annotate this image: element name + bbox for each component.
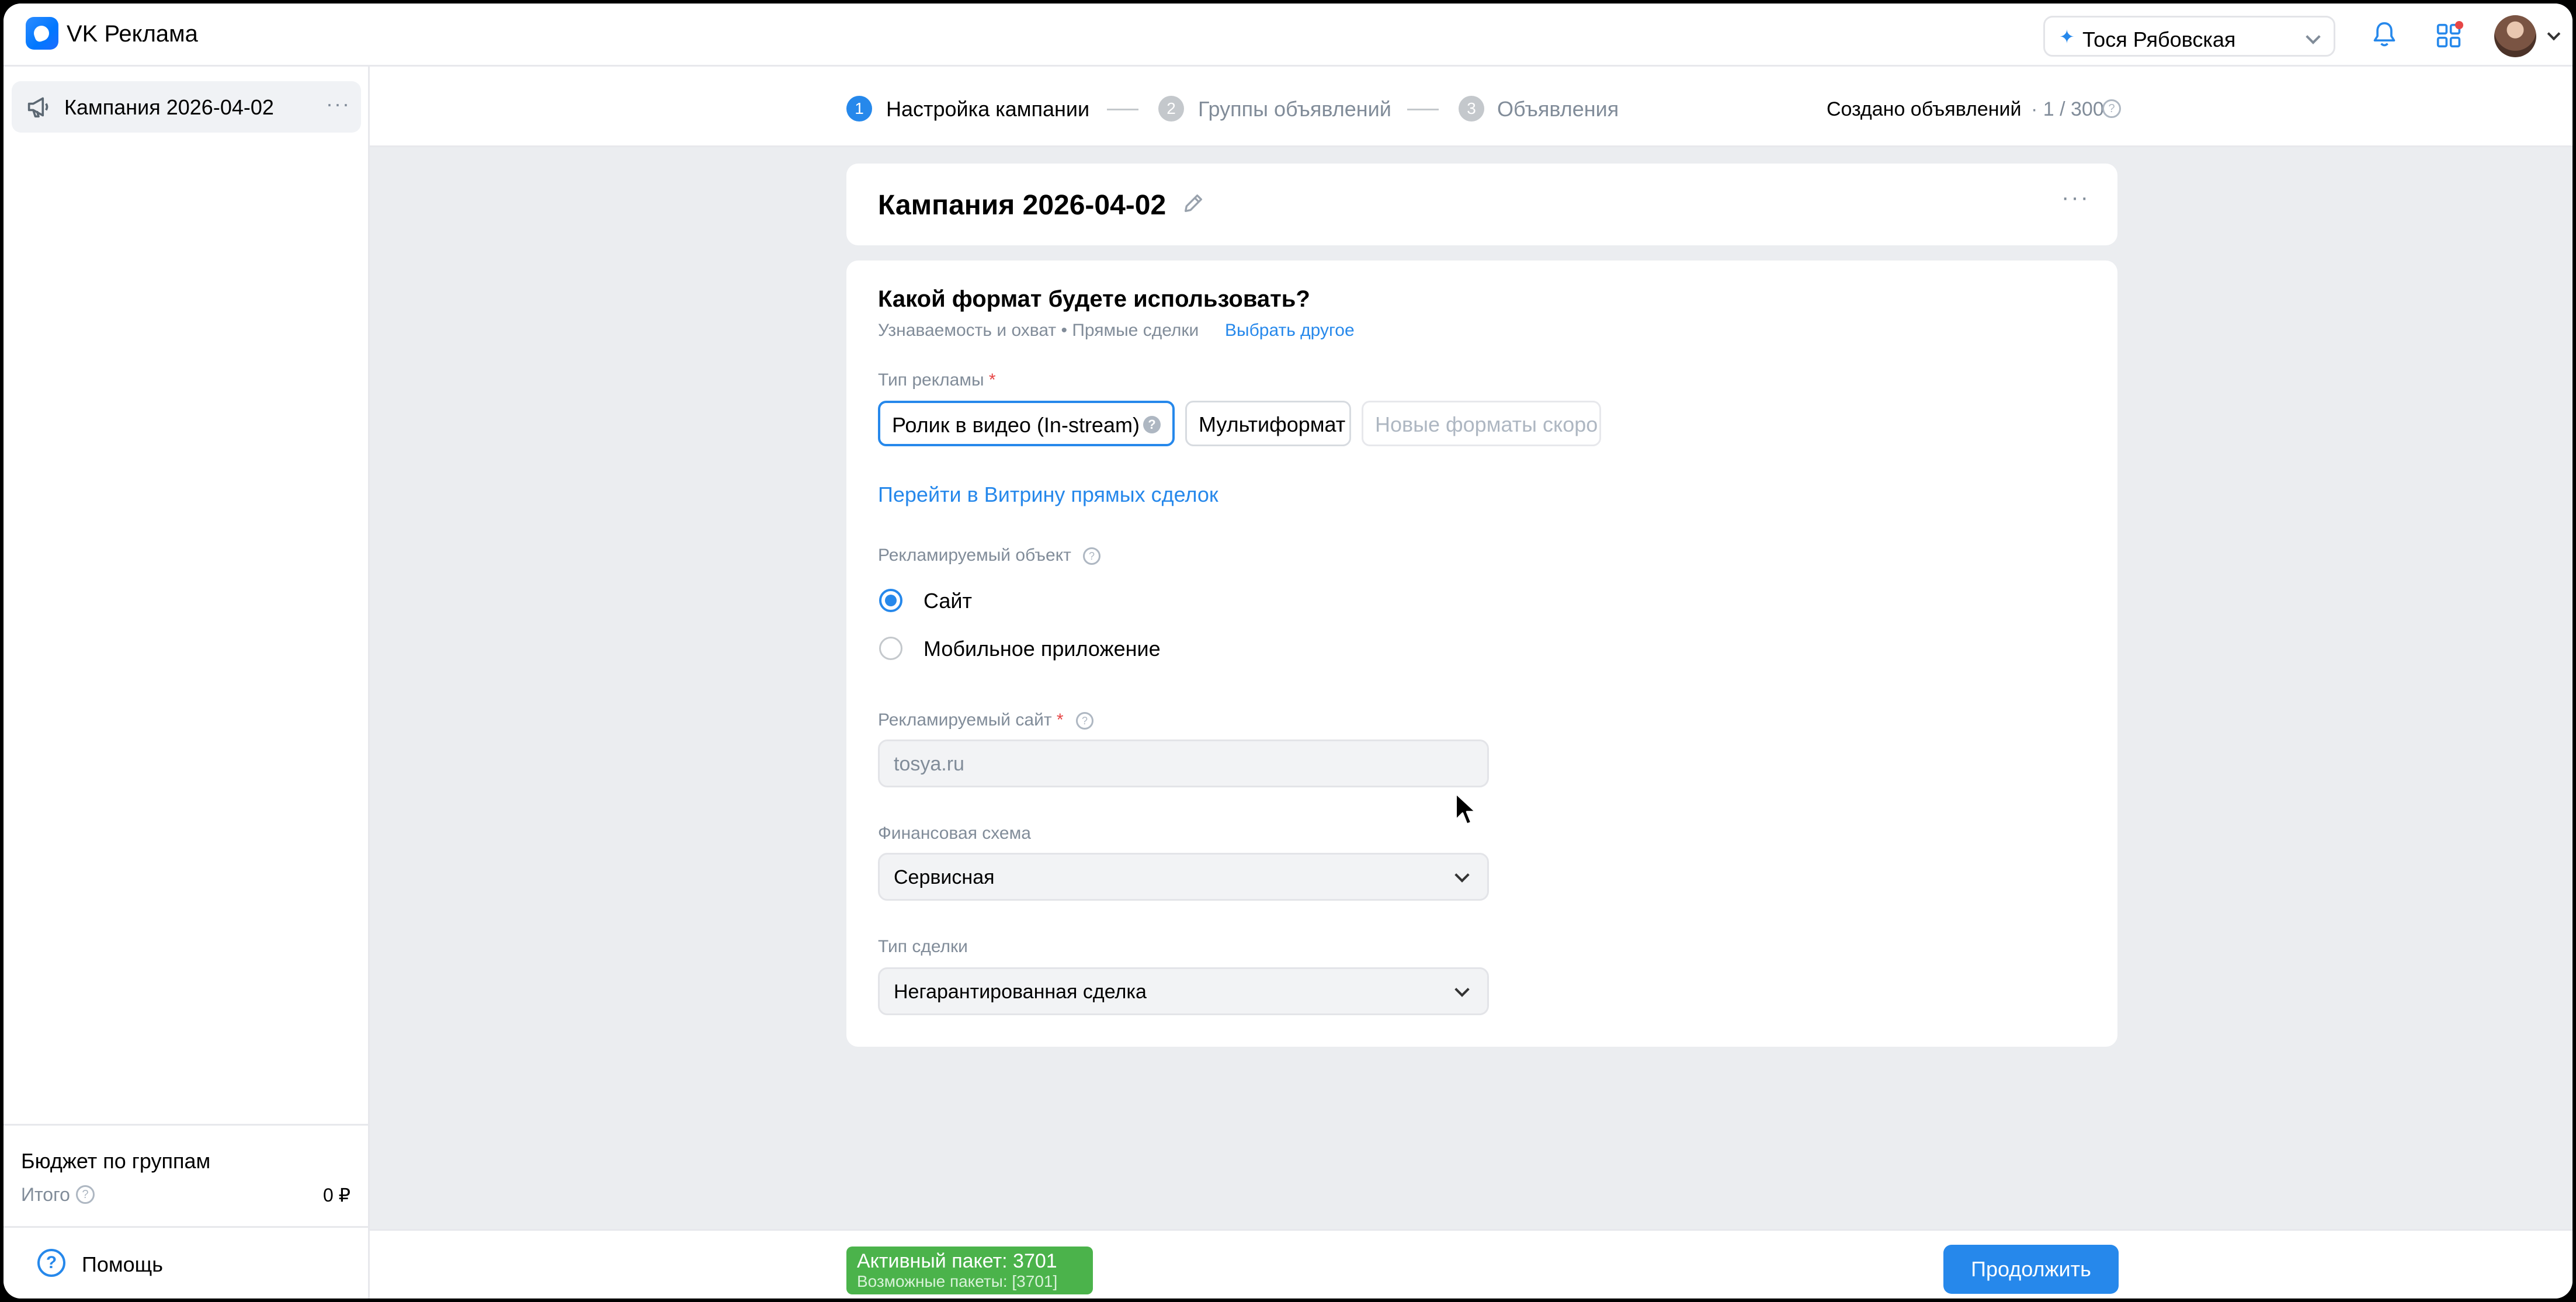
format-subtitle: Узнаваемость и охват • Прямые сделки	[878, 321, 1199, 340]
deal-type-select[interactable]: Негарантированная сделка	[878, 967, 1489, 1015]
radio-mobile-app[interactable]	[879, 637, 902, 660]
chevron-down-icon	[1454, 867, 1470, 883]
more-icon[interactable]: ···	[2061, 185, 2090, 211]
megaphone-icon	[27, 97, 48, 118]
possible-packages: Возможные пакеты: [3701]	[857, 1272, 1058, 1290]
ads-created-count: · 1 / 300	[2031, 98, 2104, 120]
chip-label: Ролик в видео (In-stream)	[892, 413, 1140, 437]
step-3-label[interactable]: Объявления	[1497, 97, 1619, 121]
chevron-down-icon	[2306, 29, 2321, 44]
logo-icon[interactable]	[26, 17, 58, 50]
budget-summary: Бюджет по группам Итого ? 0 ₽	[4, 1124, 368, 1226]
info-icon[interactable]: ?	[2102, 99, 2121, 118]
info-icon[interactable]: ?	[76, 1185, 95, 1204]
notification-dot	[2455, 21, 2463, 29]
required-mark: *	[1056, 710, 1064, 730]
campaign-title-card: Кампания 2026-04-02 ···	[846, 164, 2117, 245]
bell-icon[interactable]	[2372, 21, 2397, 49]
app-window: VK Реклама ✦ Тося Рябовская Кампания 202…	[4, 4, 2572, 1298]
direct-deals-link[interactable]: Перейти в Витрину прямых сделок	[878, 482, 1218, 507]
step-2-label[interactable]: Группы объявлений	[1198, 97, 1391, 121]
help-button[interactable]: ? Помощь	[4, 1226, 368, 1298]
help-icon: ?	[37, 1249, 65, 1277]
step-divider	[1107, 109, 1138, 110]
radio-mobile-app-label[interactable]: Мобильное приложение	[924, 637, 1161, 661]
page-title: Кампания 2026-04-02	[878, 190, 1167, 221]
ad-type-label: Тип рекламы *	[878, 370, 996, 390]
site-url-field[interactable]: tosya.ru	[878, 739, 1489, 787]
change-format-link[interactable]: Выбрать другое	[1225, 321, 1355, 341]
radio-site[interactable]	[879, 589, 902, 612]
sidebar: Кампания 2026-04-02 ··· Бюджет по группа…	[4, 67, 370, 1298]
steps-bar: 1 Настройка кампании 2 Группы объявлений…	[370, 67, 2572, 147]
bottom-action-bar: Активный пакет: 3701 Возможные пакеты: […	[370, 1229, 2572, 1298]
step-1-number: 1	[846, 96, 872, 121]
step-3-number: 3	[1459, 96, 1484, 121]
app-title[interactable]: VK Реклама	[67, 21, 198, 47]
format-question: Какой формат будете использовать?	[878, 286, 1310, 312]
budget-title: Бюджет по группам	[21, 1149, 211, 1173]
finance-scheme-select[interactable]: Сервисная	[878, 853, 1489, 901]
continue-button[interactable]: Продолжить	[1943, 1245, 2119, 1294]
chevron-down-icon	[1454, 982, 1470, 997]
budget-total-value: 0 ₽	[322, 1185, 350, 1206]
sidebar-item-campaign[interactable]: Кампания 2026-04-02 ···	[12, 81, 361, 133]
edit-pencil-icon[interactable]	[1182, 192, 1205, 215]
avatar[interactable]	[2494, 15, 2536, 57]
more-icon[interactable]: ···	[326, 92, 350, 116]
step-divider	[1407, 109, 1439, 110]
ads-created-label: Создано объявлений	[1827, 98, 2022, 120]
ad-type-instream-chip[interactable]: Ролик в видео (In-stream) ?	[878, 401, 1175, 446]
help-icon[interactable]: ?	[1143, 416, 1161, 433]
info-icon[interactable]: ?	[1083, 547, 1100, 565]
top-header: VK Реклама ✦ Тося Рябовская	[4, 4, 2572, 67]
advertised-object-label-text: Рекламируемый объект	[878, 546, 1071, 565]
help-label: Помощь	[82, 1252, 164, 1276]
campaign-settings-form: Какой формат будете использовать? Узнава…	[846, 261, 2117, 1047]
info-icon[interactable]: ?	[1076, 712, 1093, 730]
account-selector[interactable]: ✦ Тося Рябовская	[2043, 16, 2335, 57]
ad-type-new-formats-chip: Новые форматы скоро	[1362, 401, 1601, 446]
step-1-label[interactable]: Настройка кампании	[886, 97, 1089, 121]
finance-scheme-value: Сервисная	[894, 866, 995, 888]
ad-type-multiformat-chip[interactable]: Мультиформат	[1185, 401, 1351, 446]
radio-site-label[interactable]: Сайт	[924, 589, 972, 613]
active-package: Активный пакет: 3701	[857, 1250, 1057, 1272]
package-badge: Активный пакет: 3701 Возможные пакеты: […	[846, 1247, 1093, 1294]
sidebar-item-label: Кампания 2026-04-02	[64, 95, 274, 119]
budget-total-label: Итого	[21, 1184, 70, 1205]
advertised-site-label: Рекламируемый сайт *	[878, 710, 1064, 730]
account-name: Тося Рябовская	[2082, 27, 2236, 51]
required-mark: *	[988, 370, 996, 390]
chevron-down-icon[interactable]	[2547, 27, 2561, 41]
advertised-object-label: Рекламируемый объект	[878, 546, 1071, 565]
finance-scheme-label: Финансовая схема	[878, 824, 1031, 843]
deal-type-label: Тип сделки	[878, 937, 968, 956]
advertised-site-label-text: Рекламируемый сайт	[878, 710, 1052, 730]
star-icon: ✦	[2059, 26, 2075, 47]
ad-type-label-text: Тип рекламы	[878, 370, 984, 390]
cursor-icon	[1455, 793, 1477, 825]
deal-type-value: Негарантированная сделка	[894, 981, 1147, 1003]
step-2-number: 2	[1158, 96, 1184, 121]
